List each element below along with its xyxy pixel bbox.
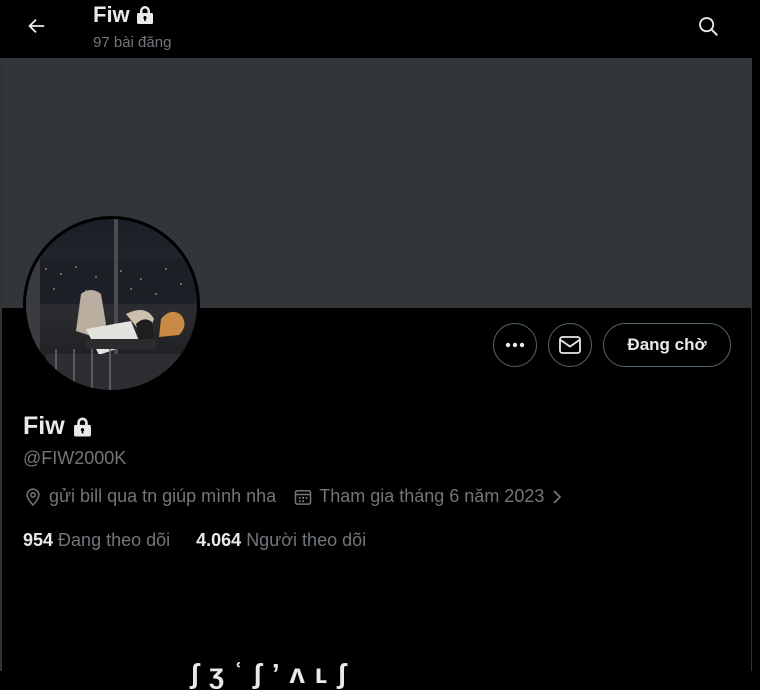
profile-handle: @FIW2000K xyxy=(23,448,127,468)
back-button[interactable] xyxy=(16,6,56,46)
profile-name-text: Fiw xyxy=(23,412,65,440)
lock-icon xyxy=(136,6,153,24)
more-button[interactable] xyxy=(493,323,537,367)
more-icon xyxy=(505,342,525,348)
post-count: 97 bài đăng xyxy=(93,34,172,51)
header-title-group: Fiw 97 bài đăng xyxy=(93,2,171,51)
joined-text: Tham gia tháng 6 năm 2023 xyxy=(319,486,545,506)
profile-name: Fiw xyxy=(23,412,92,441)
following-count: 954 xyxy=(23,530,54,550)
follow-stats: 954 Đang theo dõi 4.064 Người theo dõi xyxy=(23,530,392,551)
pending-follow-button[interactable]: Đang chờ xyxy=(603,323,731,367)
avatar-photo xyxy=(26,219,197,390)
calendar-icon xyxy=(294,489,312,505)
followers-link[interactable]: 4.064 Người theo dõi xyxy=(196,530,366,551)
header-title: Fiw xyxy=(93,2,171,28)
location-item: gửi bill qua tn giúp mình nha xyxy=(23,486,276,507)
search-button[interactable] xyxy=(688,6,728,46)
following-label: Đang theo dõi xyxy=(58,530,171,550)
top-bar: Fiw 97 bài đăng xyxy=(0,0,752,58)
followers-label: Người theo dõi xyxy=(246,530,367,550)
profile-meta: gửi bill qua tn giúp mình nha Tham gia t… xyxy=(23,486,564,507)
header-title-text: Fiw xyxy=(93,2,130,27)
location-icon xyxy=(26,487,40,506)
followers-count: 4.064 xyxy=(196,530,242,550)
chevron-right-icon xyxy=(553,489,562,504)
back-arrow-icon xyxy=(28,18,45,34)
following-link[interactable]: 954 Đang theo dõi xyxy=(23,530,170,551)
message-button[interactable] xyxy=(548,323,592,367)
lock-icon xyxy=(73,417,91,436)
search-icon xyxy=(699,17,718,36)
joined-item[interactable]: Tham gia tháng 6 năm 2023 xyxy=(293,486,564,507)
avatar[interactable] xyxy=(23,216,200,393)
location-text: gửi bill qua tn giúp mình nha xyxy=(49,486,277,506)
cut-off-text: ʃ ʒ ʿ ʃ ʼ ʌ ʟ ʃ xyxy=(190,658,348,689)
mail-icon xyxy=(559,336,581,354)
